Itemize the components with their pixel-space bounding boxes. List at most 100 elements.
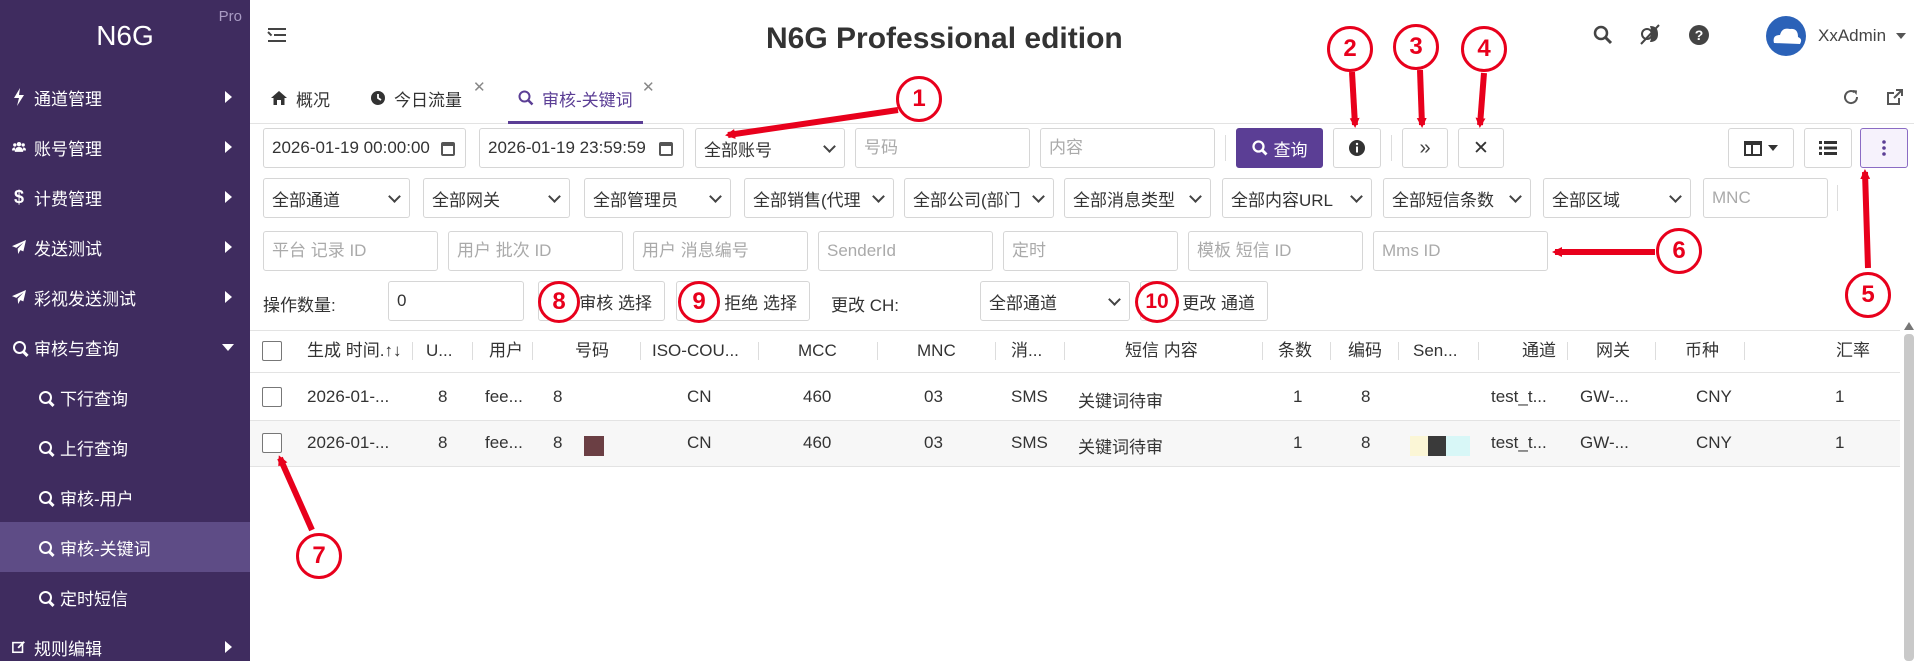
list-view-button[interactable] [1804,128,1852,168]
chevron-down-icon [1350,190,1363,203]
record-id-input[interactable] [263,231,438,271]
column-header-mnc[interactable]: MNC [917,330,956,372]
annotation-badge-1: 1 [896,76,942,122]
content-url-filter-select[interactable]: 全部内容URL [1222,178,1372,218]
avatar[interactable] [1766,16,1806,56]
end-time-field[interactable]: 2026-01-19 23:59:59 [479,128,684,168]
mms-id-input[interactable] [1373,231,1548,271]
expand-button[interactable]: » [1402,128,1448,168]
sidebar-item-review-keyword[interactable]: 审核-关键词 [0,522,250,572]
user-name[interactable]: XxAdmin [1818,26,1886,46]
mnc-input[interactable] [1703,178,1828,218]
schedule-field[interactable] [1012,241,1177,261]
sidebar-item-account-management[interactable]: 账号管理 [0,122,250,172]
cell-user: fee... [485,387,523,406]
column-header-rate[interactable]: 汇率 [1836,330,1870,372]
column-header-channel[interactable]: 通道 [1522,330,1556,372]
content-input[interactable] [1040,128,1215,168]
reject-selected-label: 拒绝 选择 [724,293,797,313]
sidebar-item-uplink-query[interactable]: 上行查询 [0,422,250,472]
cell-currency: CNY [1696,433,1732,452]
number-input[interactable] [855,128,1030,168]
channel-filter-select[interactable]: 全部通道 [263,178,410,218]
start-time-field[interactable]: 2026-01-19 00:00:00 [263,128,466,168]
sidebar-item-review-user[interactable]: 审核-用户 [0,472,250,522]
help-icon[interactable]: ? [1686,22,1712,48]
sidebar-item-scheduled-sms[interactable]: 定时短信 [0,572,250,622]
batch-id-input[interactable] [448,231,623,271]
column-header-gateway[interactable]: 网关 [1596,330,1630,372]
refresh-icon[interactable] [1838,84,1864,110]
caret-down-icon[interactable] [1896,33,1906,39]
sidebar-item-send-test[interactable]: 发送测试 [0,222,250,272]
row-checkbox[interactable] [262,387,282,407]
number-input-field[interactable] [864,138,1029,158]
column-header-currency[interactable]: 币种 [1685,330,1719,372]
schedule-input[interactable] [1003,231,1178,271]
change-channel-select[interactable]: 全部通道 [980,281,1130,321]
sidebar-item-downlink-query[interactable]: 下行查询 [0,372,250,422]
sales-filter-select[interactable]: 全部销售(代理 [744,178,894,218]
tab-today-traffic[interactable]: 今日流量 [370,72,462,124]
end-time-value: 2026-01-19 23:59:59 [488,138,646,157]
sms-count-filter-select[interactable]: 全部短信条数 [1383,178,1531,218]
batch-id-field[interactable] [457,241,622,261]
sidebar-item-video-send-test[interactable]: 彩视发送测试 [0,272,250,322]
query-button[interactable]: 查询 [1236,128,1323,168]
column-header-created-time[interactable]: 生成 时间.↑↓ [307,330,401,372]
message-number-field[interactable] [642,241,807,261]
select-value: 全部通道 [989,293,1057,313]
message-type-filter-select[interactable]: 全部消息类型 [1064,178,1211,218]
info-button[interactable] [1333,128,1381,168]
column-header-count[interactable]: 条数 [1278,330,1312,372]
sender-id-input[interactable] [818,231,993,271]
column-header-u[interactable]: U... [426,330,452,372]
record-id-field[interactable] [272,241,437,261]
sender-id-field[interactable] [827,241,992,261]
operation-count-field[interactable]: 0 [388,281,524,321]
close-icon[interactable]: ✕ [642,78,655,96]
column-header-number[interactable]: 号码 [575,330,609,372]
theme-toggle-icon[interactable] [1637,22,1663,48]
column-header-user[interactable]: 用户 [489,330,523,372]
mnc-input-field[interactable] [1712,188,1827,208]
columns-toggle-button[interactable] [1728,128,1794,168]
cell-sms-content: 关键词待审 [1078,438,1163,457]
table-row[interactable]: 2026-01-... 8 fee... 8 CN 460 03 SMS 关键词… [250,421,1900,466]
calendar-icon [659,142,673,156]
column-header-sender[interactable]: Sen... [1413,330,1457,372]
sidebar-item-billing[interactable]: $ 计费管理 [0,172,250,222]
scroll-up-arrow-icon[interactable] [1904,322,1914,330]
more-options-button[interactable] [1860,128,1908,168]
vertical-scrollbar[interactable] [1904,334,1914,661]
chevron-down-icon [1669,190,1682,203]
tab-overview[interactable]: 概况 [270,72,330,124]
content-input-field[interactable] [1049,138,1214,158]
mms-id-field[interactable] [1382,241,1547,261]
column-header-encoding[interactable]: 编码 [1348,330,1382,372]
menu-toggle-icon[interactable] [267,28,286,42]
region-filter-select[interactable]: 全部区域 [1543,178,1691,218]
template-id-input[interactable] [1188,231,1363,271]
search-icon[interactable] [1590,22,1616,48]
sidebar-item-channel-management[interactable]: 通道管理 [0,72,250,122]
row-checkbox[interactable] [262,433,282,453]
tab-review-keyword[interactable]: 审核-关键词 [508,72,643,124]
external-link-icon[interactable] [1882,84,1908,110]
company-filter-select[interactable]: 全部公司(部门 [904,178,1054,218]
clear-button[interactable]: ✕ [1458,128,1504,168]
select-all-checkbox[interactable] [262,341,282,361]
admin-filter-select[interactable]: 全部管理员 [584,178,731,218]
close-icon[interactable]: ✕ [473,78,486,96]
column-header-mcc[interactable]: MCC [798,330,837,372]
column-header-sms-content[interactable]: 短信 内容 [1125,330,1198,372]
column-header-iso-country[interactable]: ISO-COU... [652,330,739,372]
template-id-field[interactable] [1197,241,1362,261]
column-header-message-type[interactable]: 消... [1011,330,1042,372]
sidebar-item-label: 审核-用户 [60,489,134,509]
message-number-input[interactable] [633,231,808,271]
gateway-filter-select[interactable]: 全部网关 [423,178,570,218]
sidebar-item-rule-editor[interactable]: 规则编辑 [0,622,250,672]
account-select[interactable]: 全部账号 [695,128,845,168]
sidebar-item-review-and-query[interactable]: 审核与查询 [0,322,250,372]
